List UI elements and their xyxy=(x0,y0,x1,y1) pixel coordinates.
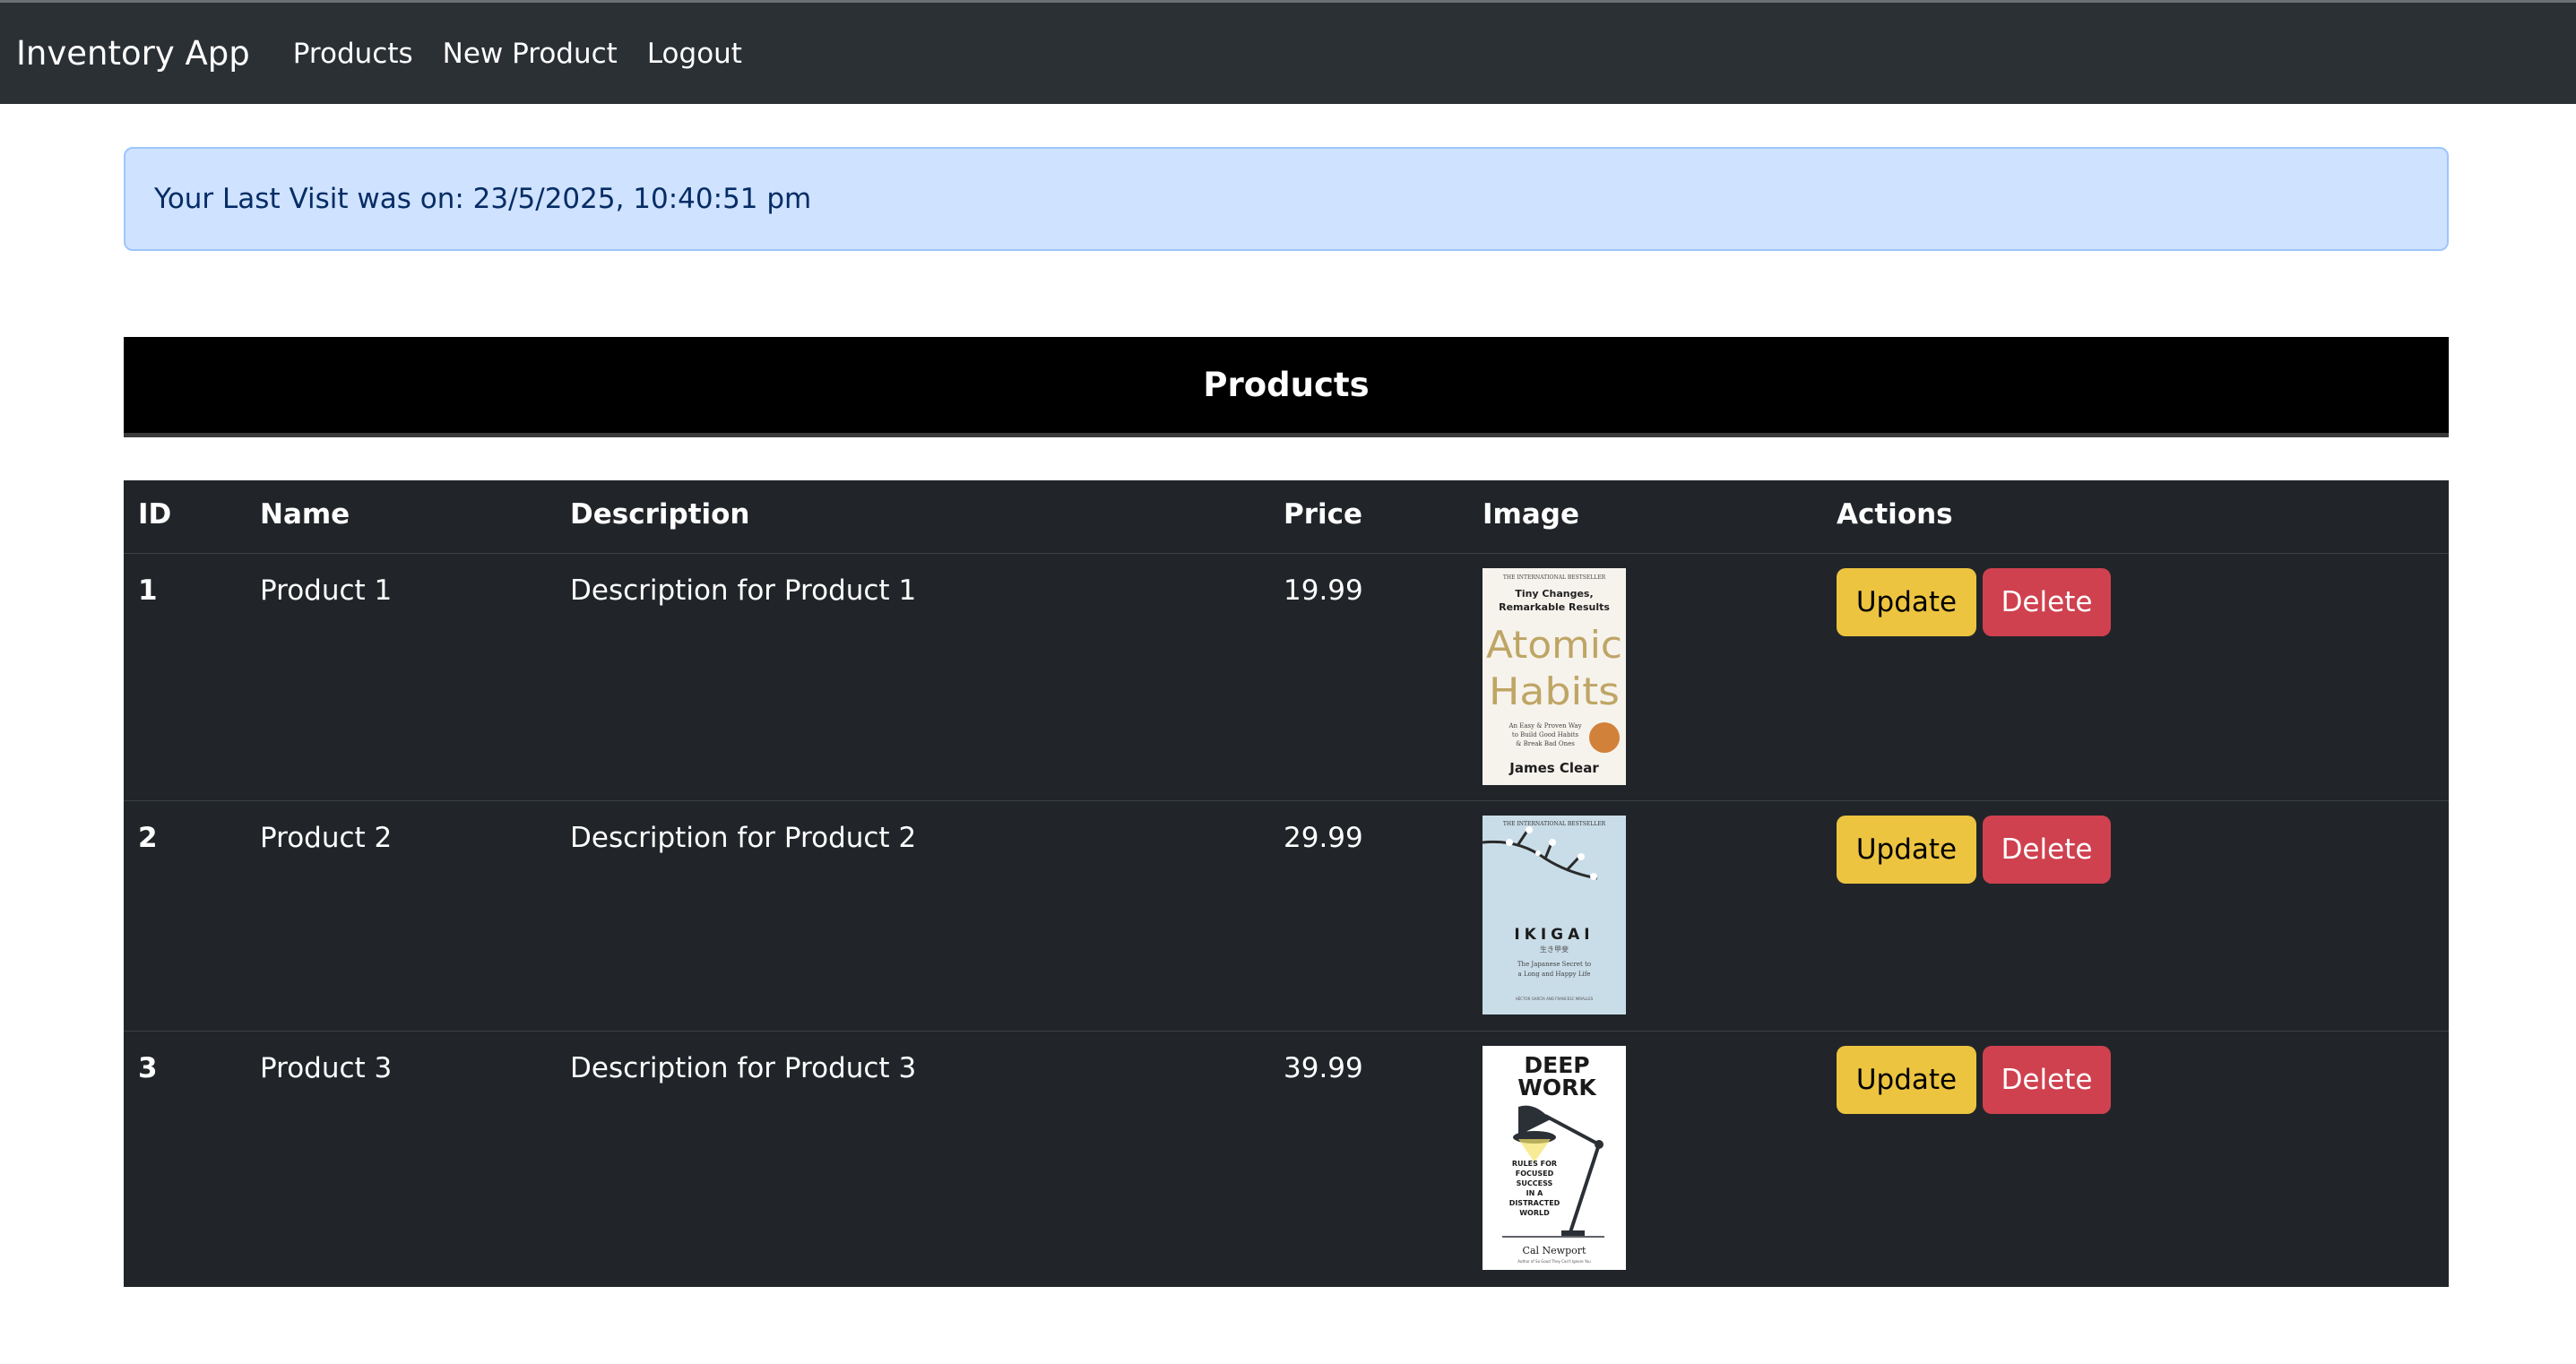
cover-title2: WORK xyxy=(1517,1075,1597,1101)
cover-title1: Atomic xyxy=(1486,623,1622,667)
product-image-ikigai: THE INTERNATIONAL BESTSELLER IKIGAI 生き甲斐… xyxy=(1482,816,1626,1014)
cover-author: Cal Newport xyxy=(1523,1245,1586,1256)
brand-link[interactable]: Inventory App xyxy=(16,34,250,73)
nav-link-new-product[interactable]: New Product xyxy=(443,38,618,70)
cover-rules1: RULES FOR xyxy=(1512,1160,1557,1168)
product-image-atomic-habits: THE INTERNATIONAL BESTSELLER Tiny Change… xyxy=(1482,568,1626,785)
col-header-id: ID xyxy=(138,498,172,531)
row-description: Description for Product 3 xyxy=(570,1052,917,1084)
table-row: 3 Product 3 Description for Product 3 39… xyxy=(124,1031,2449,1287)
row-id: 2 xyxy=(138,822,158,854)
last-visit-text: Your Last Visit was on: 23/5/2025, 10:40… xyxy=(154,183,812,215)
nav-link-products[interactable]: Products xyxy=(293,38,413,70)
cover-sub1: The Japanese Secret to xyxy=(1517,961,1591,968)
cover-title: IKIGAI xyxy=(1514,926,1594,944)
row-price: 29.99 xyxy=(1284,822,1363,854)
table-header-row: ID Name Description Price Image Actions xyxy=(124,480,2449,554)
update-button[interactable]: Update xyxy=(1837,816,1976,884)
products-heading: Products xyxy=(124,337,2449,437)
cover-jp: 生き甲斐 xyxy=(1540,945,1569,954)
cover-note: Author of So Good They Can't Ignore You xyxy=(1517,1259,1591,1264)
col-header-actions: Actions xyxy=(1837,498,1953,531)
row-price: 19.99 xyxy=(1284,574,1363,607)
cover-rules3: SUCCESS xyxy=(1517,1179,1553,1187)
cover-sub1: An Easy & Proven Way xyxy=(1508,722,1581,729)
cover-sub2: a Long and Happy Life xyxy=(1518,971,1591,978)
cover-author: James Clear xyxy=(1508,760,1599,776)
table-row: 2 Product 2 Description for Product 2 29… xyxy=(124,800,2449,1032)
products-heading-text: Products xyxy=(1203,366,1370,404)
row-id: 1 xyxy=(138,574,158,607)
cover-tagline2: Remarkable Results xyxy=(1499,601,1610,613)
cover-rules4: IN A xyxy=(1526,1189,1543,1197)
update-button[interactable]: Update xyxy=(1837,568,1976,636)
cover-rules2: FOCUSED xyxy=(1516,1170,1554,1178)
col-header-name: Name xyxy=(260,498,350,531)
nav-link-logout[interactable]: Logout xyxy=(647,38,742,70)
navbar: Inventory App Products New Product Logou… xyxy=(0,0,2576,104)
delete-button[interactable]: Delete xyxy=(1983,568,2111,636)
cover-title2: Habits xyxy=(1489,669,1620,713)
row-name: Product 2 xyxy=(260,822,393,854)
cover-sub2: to Build Good Habits xyxy=(1512,731,1579,738)
cover-rules6: WORLD xyxy=(1519,1209,1550,1217)
col-header-description: Description xyxy=(570,498,750,531)
product-image-deep-work: DEEP WORK RULES FOR FOCUSED SUCCESS IN A… xyxy=(1482,1046,1626,1270)
update-button[interactable]: Update xyxy=(1837,1046,1976,1114)
cover-top-text: THE INTERNATIONAL BESTSELLER xyxy=(1503,821,1606,827)
row-description: Description for Product 1 xyxy=(570,574,917,607)
products-table: ID Name Description Price Image Actions … xyxy=(124,480,2449,1287)
row-name: Product 1 xyxy=(260,574,393,607)
cover-authors: HÉCTOR GARCÍA AND FRANCESC MIRALLES xyxy=(1516,997,1594,1001)
col-header-image: Image xyxy=(1482,498,1579,531)
cover-sub3: & Break Bad Ones xyxy=(1516,740,1575,747)
cover-rules5: DISTRACTED xyxy=(1509,1199,1560,1207)
row-name: Product 3 xyxy=(260,1052,393,1084)
table-row: 1 Product 1 Description for Product 1 19… xyxy=(124,553,2449,801)
cover-top-text: THE INTERNATIONAL BESTSELLER xyxy=(1503,574,1606,581)
row-price: 39.99 xyxy=(1284,1052,1363,1084)
delete-button[interactable]: Delete xyxy=(1983,1046,2111,1114)
row-description: Description for Product 2 xyxy=(570,822,917,854)
delete-button[interactable]: Delete xyxy=(1983,816,2111,884)
last-visit-alert: Your Last Visit was on: 23/5/2025, 10:40… xyxy=(124,147,2449,251)
col-header-price: Price xyxy=(1284,498,1363,531)
cover-tagline1: Tiny Changes, xyxy=(1515,588,1593,600)
row-id: 3 xyxy=(138,1052,158,1084)
